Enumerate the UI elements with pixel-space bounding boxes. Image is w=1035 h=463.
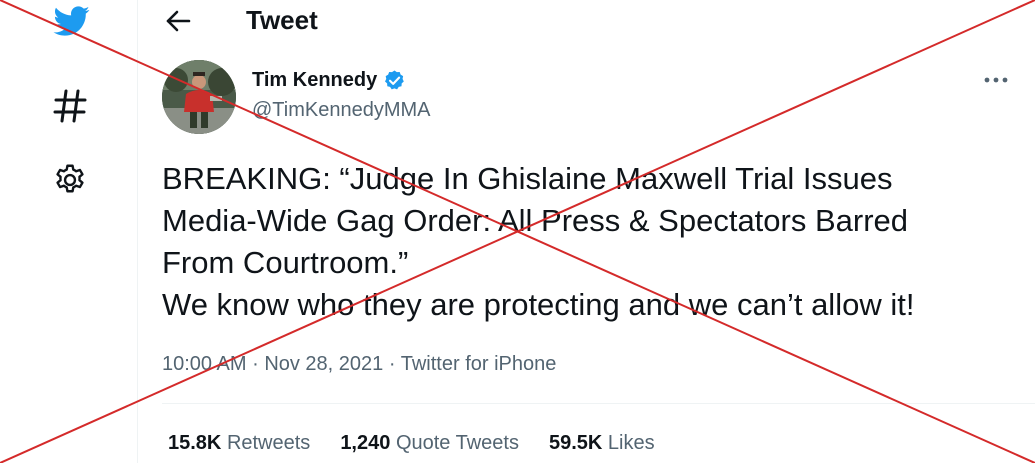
quote-tweets-label: Quote Tweets xyxy=(395,432,519,454)
sidebar xyxy=(0,0,138,463)
meta-separator: · xyxy=(388,353,396,375)
likes-stat[interactable]: 59.5K Likes xyxy=(549,430,655,456)
tweet-stats: 15.8K Retweets 1,240 Quote Tweets 59.5K … xyxy=(168,430,655,456)
twitter-bird-icon[interactable] xyxy=(50,2,92,40)
tweet-metadata: 10:00 AM · Nov 28, 2021 · Twitter for iP… xyxy=(162,350,556,378)
main-column: Tweet Tim Kennedy @TimKennedyMMA BREAKIN… xyxy=(138,0,1035,463)
back-arrow-icon[interactable] xyxy=(162,6,196,36)
likes-label: Likes xyxy=(607,432,655,454)
avatar-photo xyxy=(162,60,236,134)
author-name-text: Tim Kennedy xyxy=(252,69,378,91)
author-handle[interactable]: @TimKennedyMMA xyxy=(252,97,431,123)
tweet-text-line: We know who they are protecting and we c… xyxy=(162,287,915,322)
gear-icon[interactable] xyxy=(52,162,88,198)
tweet-source[interactable]: Twitter for iPhone xyxy=(401,353,557,375)
retweets-stat[interactable]: 15.8K Retweets xyxy=(168,430,310,456)
hashtag-icon[interactable] xyxy=(52,86,88,126)
tweet-date[interactable]: Nov 28, 2021 xyxy=(264,353,383,375)
divider xyxy=(162,403,1035,404)
likes-count: 59.5K xyxy=(548,432,603,454)
tweet-text-line: From Courtroom.” xyxy=(162,245,409,280)
quote-tweets-stat[interactable]: 1,240 Quote Tweets xyxy=(340,430,519,456)
author-name[interactable]: Tim Kennedy xyxy=(252,67,406,93)
meta-separator: · xyxy=(252,353,259,375)
tweet-time[interactable]: 10:00 AM xyxy=(162,353,247,375)
avatar[interactable] xyxy=(162,60,236,134)
retweets-label: Retweets xyxy=(226,432,311,454)
tweet-text: BREAKING: “Judge In Ghislaine Maxwell Tr… xyxy=(162,158,1022,326)
verified-badge-icon xyxy=(385,69,405,89)
quote-tweets-count: 1,240 xyxy=(340,432,391,454)
more-options-icon[interactable] xyxy=(982,68,1010,92)
tweet-text-line: Media-Wide Gag Order: All Press & Specta… xyxy=(162,203,909,238)
retweets-count: 15.8K xyxy=(168,432,222,454)
tweet-text-line: BREAKING: “Judge In Ghislaine Maxwell Tr… xyxy=(162,161,893,196)
header: Tweet xyxy=(138,0,1035,58)
page-title: Tweet xyxy=(246,5,318,35)
